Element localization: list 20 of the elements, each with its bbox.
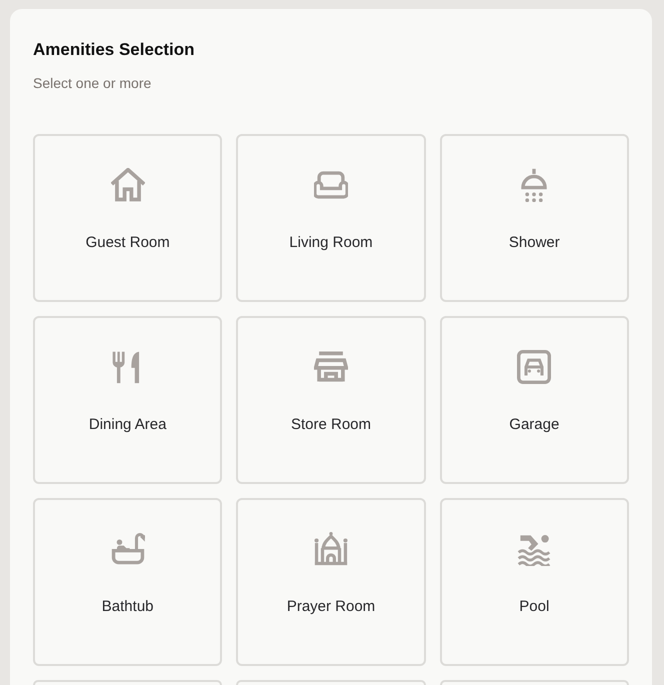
amenity-tile[interactable]: Garage — [440, 316, 629, 484]
garage-car-icon — [517, 350, 552, 384]
amenity-tile[interactable]: Shower — [440, 134, 629, 302]
mosque-icon — [314, 532, 348, 566]
amenity-tile[interactable]: Living Room — [236, 134, 426, 302]
amenity-tile[interactable]: Dining Area — [33, 316, 222, 484]
amenity-tile[interactable] — [440, 680, 629, 685]
amenity-tile[interactable]: Store Room — [236, 316, 426, 484]
bathtub-icon — [110, 532, 145, 566]
panel-subtitle: Select one or more — [33, 74, 152, 93]
amenity-tile[interactable]: Bathtub — [33, 498, 222, 666]
amenity-tile[interactable]: Guest Room — [33, 134, 222, 302]
amenity-tile[interactable] — [33, 680, 222, 685]
swimmer-icon — [517, 532, 552, 566]
amenity-tile[interactable]: Pool — [440, 498, 629, 666]
house-icon — [110, 168, 145, 202]
panel-title: Amenities Selection — [33, 39, 196, 61]
store-icon — [314, 350, 348, 384]
amenity-tile[interactable]: Prayer Room — [236, 498, 426, 666]
amenity-tile[interactable] — [236, 680, 426, 685]
